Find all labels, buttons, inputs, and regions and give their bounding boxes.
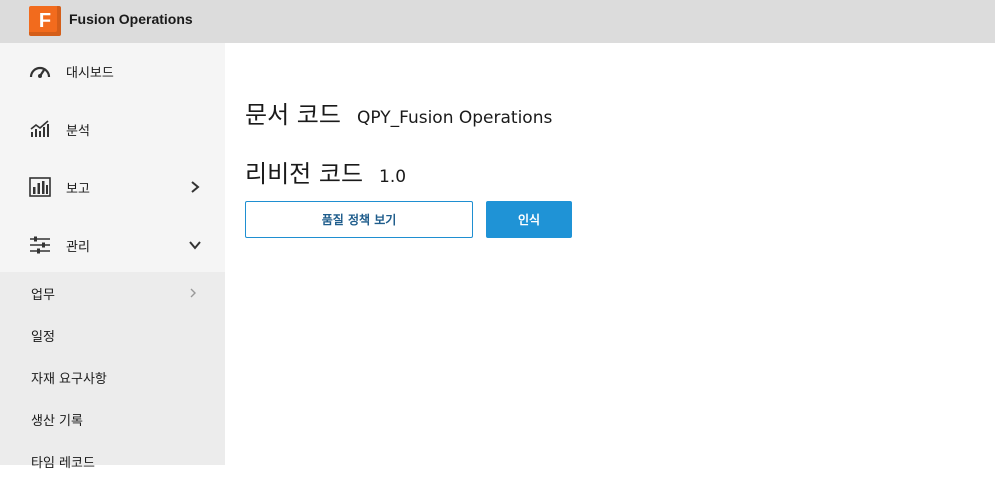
- document-code-value: QPY_Fusion Operations: [356, 108, 553, 128]
- subnav-item-label: 업무: [31, 287, 55, 303]
- subnav-item-time-records[interactable]: 타임 레코드: [0, 441, 225, 481]
- view-quality-policy-button[interactable]: 품질 정책 보기: [245, 201, 473, 238]
- document-code-row: 문서 코드 QPY_Fusion Operations: [245, 95, 552, 130]
- fusion-logo-icon[interactable]: F: [29, 6, 61, 36]
- app-title: Fusion Operations: [69, 11, 193, 27]
- subnav-item-tasks[interactable]: 업무: [0, 273, 225, 313]
- dashboard-gauge-icon: [29, 60, 51, 82]
- subnav-item-label: 자재 요구사항: [31, 371, 107, 387]
- subnav-item-label: 생산 기록: [31, 413, 83, 429]
- sliders-icon: [29, 234, 51, 256]
- chevron-right-icon[interactable]: [187, 287, 199, 299]
- sidebar-item-label: 대시보드: [66, 65, 114, 81]
- main-content: 문서 코드 QPY_Fusion Operations 리비전 코드 1.0 품…: [225, 43, 995, 465]
- subnav-item-production-records[interactable]: 생산 기록: [0, 399, 225, 439]
- report-bars-icon: [29, 176, 51, 198]
- sidebar-item-label: 분석: [66, 123, 90, 139]
- sidebar-item-label: 관리: [66, 239, 90, 255]
- sidebar-item-analytics[interactable]: 분석: [0, 104, 225, 154]
- subnav-item-material-requirements[interactable]: 자재 요구사항: [0, 357, 225, 397]
- sidebar-item-management[interactable]: 관리: [0, 220, 225, 270]
- subnav-item-label: 타임 레코드: [31, 455, 95, 471]
- sidebar-item-reports[interactable]: 보고: [0, 162, 225, 212]
- revision-code-label: 리비전 코드: [245, 160, 364, 188]
- acknowledge-button[interactable]: 인식: [486, 201, 572, 238]
- revision-code-row: 리비전 코드 1.0: [245, 154, 406, 189]
- sidebar-item-label: 보고: [66, 181, 90, 197]
- management-subnav: 업무 일정 자재 요구사항 생산 기록 타임 레코드: [0, 272, 225, 471]
- analytics-chart-icon: [29, 118, 51, 140]
- subnav-item-label: 일정: [31, 329, 55, 345]
- top-bar: F Fusion Operations: [0, 0, 995, 43]
- sidebar: 대시보드 분석 보고 관리 업무 일정 자재 요구사항 생산 기록 타임 레코드: [0, 43, 225, 471]
- subnav-item-schedule[interactable]: 일정: [0, 315, 225, 355]
- chevron-down-icon[interactable]: [187, 237, 203, 253]
- revision-code-value: 1.0: [379, 167, 407, 187]
- document-code-label: 문서 코드: [245, 101, 341, 129]
- sidebar-item-dashboard[interactable]: 대시보드: [0, 46, 225, 96]
- chevron-right-icon[interactable]: [187, 179, 203, 195]
